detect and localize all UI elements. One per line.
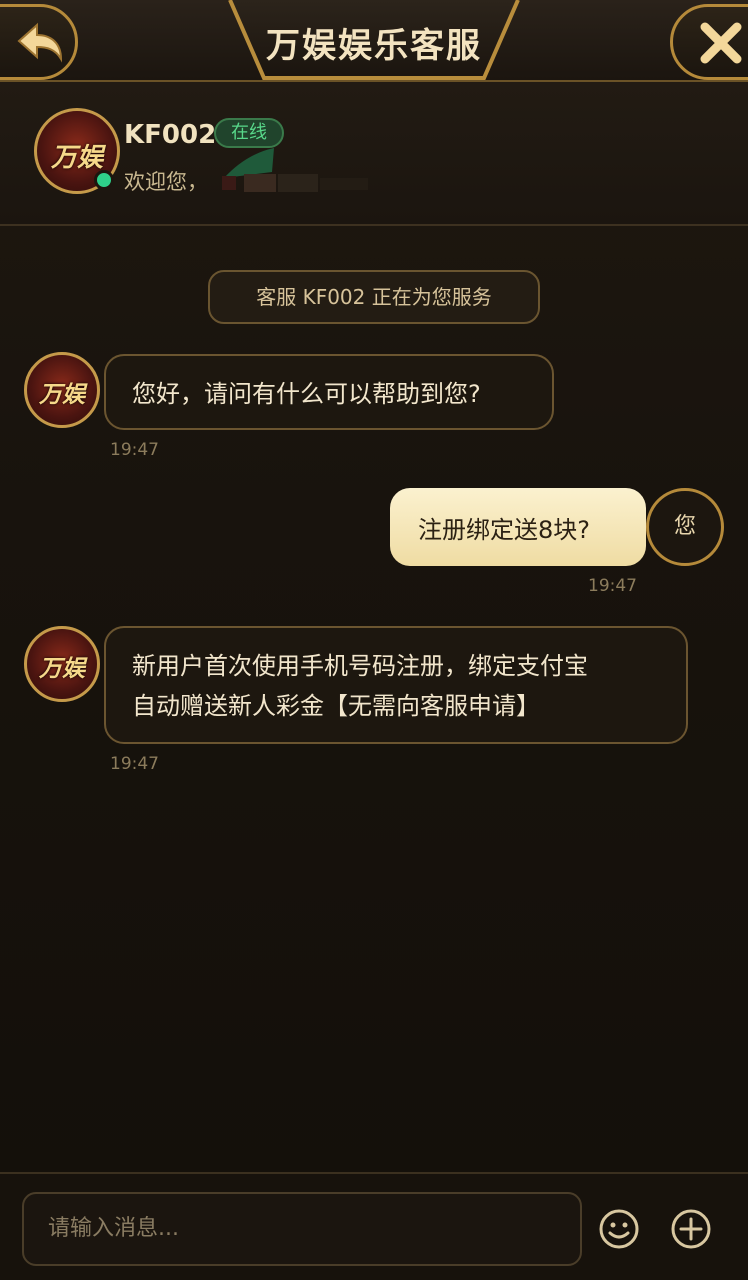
brand-logo-text: 万娱 xyxy=(50,143,103,173)
top-bar: 万娱娱乐客服 xyxy=(0,0,748,82)
agent-message-avatar: 万娱 xyxy=(24,352,100,428)
welcome-text: 欢迎您， xyxy=(124,170,208,194)
back-arrow-icon xyxy=(17,22,63,63)
emoji-icon[interactable] xyxy=(598,1208,640,1250)
brand-logo-text: 万娱 xyxy=(39,656,85,682)
user-message-bubble: 注册绑定送8块? xyxy=(390,488,646,566)
title-container: 万娱娱乐客服 xyxy=(228,0,520,80)
page-title: 万娱娱乐客服 xyxy=(266,26,482,66)
agent-message-bubble: 您好，请问有什么可以帮助到您? xyxy=(104,354,554,430)
online-indicator-dot xyxy=(94,170,114,190)
agent-message-bubble: 新用户首次使用手机号码注册，绑定支付宝 自动赠送新人彩金【无需向客服申请】 xyxy=(104,626,688,744)
brand-logo-text: 万娱 xyxy=(39,382,85,408)
message-input[interactable]: 请输入消息... xyxy=(22,1192,582,1266)
online-status-badge: 在线 xyxy=(214,118,284,148)
message-text-line-1: 新用户首次使用手机号码注册，绑定支付宝 xyxy=(132,652,588,680)
message-text-line-2: 自动赠送新人彩金【无需向客服申请】 xyxy=(132,692,540,720)
back-button[interactable] xyxy=(0,4,78,80)
close-icon xyxy=(700,22,742,64)
message-text: 注册绑定送8块? xyxy=(418,516,591,544)
plus-circle-icon[interactable] xyxy=(670,1208,712,1250)
chat-area[interactable]: 客服 KF002 正在为您服务 万娱 您好，请问有什么可以帮助到您? 19:47… xyxy=(0,226,748,1172)
message-time: 19:47 xyxy=(588,576,637,596)
close-button[interactable] xyxy=(670,4,748,80)
redacted-username xyxy=(222,148,368,192)
composer-bar: 请输入消息... xyxy=(0,1172,748,1280)
message-time: 19:47 xyxy=(110,440,159,460)
message-text: 您好，请问有什么可以帮助到您? xyxy=(132,380,481,408)
agent-header: 万娱 KF002 在线 欢迎您， xyxy=(0,82,748,226)
chat-app: 万娱娱乐客服 万娱 KF002 在线 欢迎您， 客服 KF002 正在为您服务 … xyxy=(0,0,748,1280)
user-avatar: 您 xyxy=(646,488,724,566)
agent-name: KF002 xyxy=(124,120,217,150)
message-time: 19:47 xyxy=(110,754,159,774)
agent-message-avatar: 万娱 xyxy=(24,626,100,702)
system-message: 客服 KF002 正在为您服务 xyxy=(208,270,540,324)
